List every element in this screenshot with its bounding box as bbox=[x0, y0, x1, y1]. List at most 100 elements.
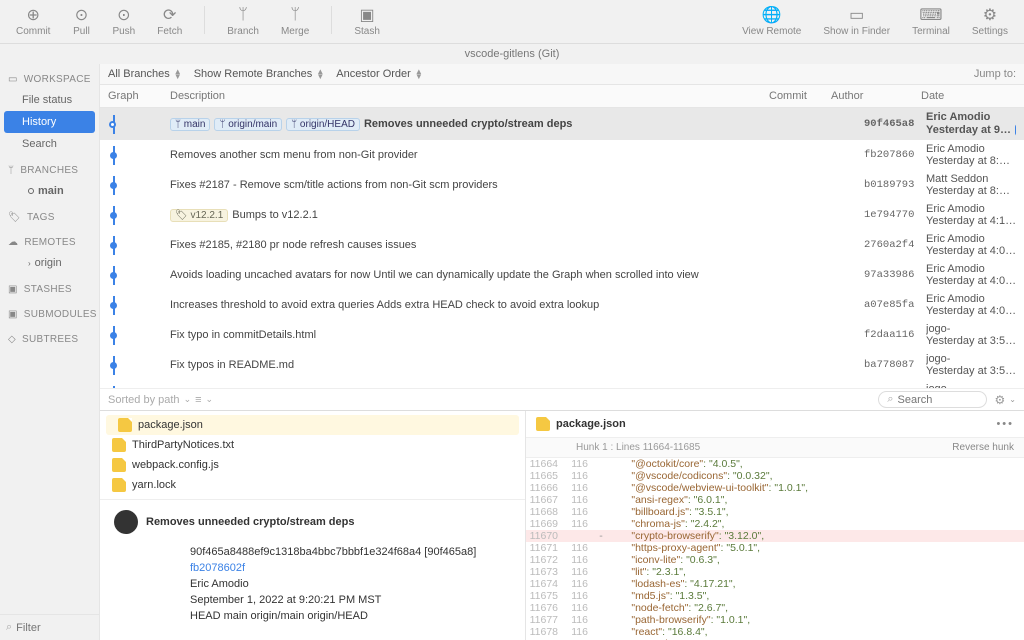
commit-title: Removes unneeded crypto/stream deps bbox=[146, 516, 354, 528]
diff-line[interactable]: 11665116 "@vscode/codicons": "0.0.32", bbox=[526, 470, 1024, 482]
sidebar-subtrees-header[interactable]: ◇SUBTREES bbox=[0, 324, 99, 349]
line-number-new: 116 bbox=[564, 482, 594, 494]
gear-icon[interactable]: ⚙ bbox=[995, 393, 1006, 407]
commit-row[interactable]: ᛘ main ᛘ origin/main ᛘ origin/HEADRemove… bbox=[100, 108, 1024, 140]
view-mode-button[interactable]: ≡ bbox=[195, 394, 201, 406]
branch-button[interactable]: ᛘBranch bbox=[223, 6, 263, 37]
sidebar-history[interactable]: History bbox=[4, 111, 95, 133]
commit-row[interactable]: Avoids loading uncached avatars for now … bbox=[100, 260, 1024, 290]
commit-button[interactable]: ⊕Commit bbox=[12, 6, 54, 37]
diff-line[interactable]: 11677116 "path-browserify": "1.0.1", bbox=[526, 614, 1024, 626]
commit-date: Yesterday at 4:0… bbox=[926, 245, 1016, 257]
stash-icon: ▣ bbox=[358, 6, 376, 24]
chevron-down-icon[interactable]: ⌄ bbox=[184, 394, 192, 405]
parent-link[interactable]: fb2078602f bbox=[190, 562, 245, 574]
header-graph[interactable]: Graph bbox=[108, 90, 170, 102]
jump-to[interactable]: Jump to: bbox=[974, 68, 1016, 80]
branch-tag[interactable]: ᛘ main bbox=[170, 118, 210, 131]
merge-button[interactable]: ᛘMerge bbox=[277, 6, 313, 37]
header-date[interactable]: Date bbox=[921, 90, 1016, 102]
diff-line[interactable]: 11671116 "https-proxy-agent": "5.0.1", bbox=[526, 542, 1024, 554]
diff-line[interactable]: 11675116 "md5.js": "1.3.5", bbox=[526, 590, 1024, 602]
workspace-icon: ▭ bbox=[8, 74, 18, 85]
sidebar-branch-main[interactable]: main bbox=[0, 180, 99, 202]
main-toolbar: ⊕Commit ⊙Pull ⊙Push ⟳Fetch ᛘBranch ᛘMerg… bbox=[0, 0, 1024, 44]
sidebar-file-status[interactable]: File status bbox=[0, 89, 99, 111]
line-number-old: 11665 bbox=[526, 470, 564, 482]
sidebar-branches-header[interactable]: ᛘBRANCHES bbox=[0, 155, 99, 180]
subtree-icon: ◇ bbox=[8, 334, 16, 345]
branch-tag[interactable]: ᛘ origin/HEAD bbox=[286, 118, 360, 131]
diff-line[interactable]: 11668116 "billboard.js": "3.5.1", bbox=[526, 506, 1024, 518]
fetch-button[interactable]: ⟳Fetch bbox=[153, 6, 186, 37]
header-commit[interactable]: Commit bbox=[769, 90, 831, 102]
show-in-finder-button[interactable]: ▭Show in Finder bbox=[819, 6, 894, 37]
diff-line[interactable]: 11672116 "iconv-lite": "0.6.3", bbox=[526, 554, 1024, 566]
stash-button[interactable]: ▣Stash bbox=[350, 6, 384, 37]
show-remote-dropdown[interactable]: Show Remote Branches▲▼ bbox=[194, 68, 325, 80]
filter-bar: All Branches▲▼ Show Remote Branches▲▼ An… bbox=[100, 64, 1024, 85]
search-input[interactable] bbox=[898, 394, 978, 406]
arrow-down-circle-icon: ⊙ bbox=[72, 6, 90, 24]
sidebar-search[interactable]: Search bbox=[0, 133, 99, 155]
version-tag[interactable]: 🏷 v12.2.1 bbox=[170, 209, 228, 222]
commit-row[interactable]: Fixes #2187 - Remove scm/title actions f… bbox=[100, 170, 1024, 200]
diff-code: "iconv-lite": "0.6.3", bbox=[608, 554, 720, 566]
diff-sign bbox=[594, 554, 608, 566]
branch-tag[interactable]: ᛘ origin/main bbox=[214, 118, 282, 131]
commit-row[interactable]: Removes another scm menu from non-Git pr… bbox=[100, 140, 1024, 170]
commit-row[interactable]: Fix typos in README.md ba778087 jogo- Ye… bbox=[100, 350, 1024, 380]
terminal-button[interactable]: ⌨Terminal bbox=[908, 6, 954, 37]
sidebar-filter[interactable]: ⌕ bbox=[0, 614, 99, 640]
file-item[interactable]: yarn.lock bbox=[100, 475, 525, 495]
search-box[interactable]: ⌕ bbox=[878, 391, 986, 408]
diff-line[interactable]: 11670- "crypto-browserify": "3.12.0", bbox=[526, 530, 1024, 542]
sidebar-stashes-header[interactable]: ▣STASHES bbox=[0, 274, 99, 299]
commit-row[interactable]: Increases threshold to avoid extra queri… bbox=[100, 290, 1024, 320]
commit-row[interactable]: 🏷 v12.2.1Bumps to v12.2.1 1e794770 Eric … bbox=[100, 200, 1024, 230]
sidebar-tags-header[interactable]: 🏷TAGS bbox=[0, 202, 99, 227]
file-item[interactable]: package.json bbox=[106, 415, 519, 435]
line-number-new: 116 bbox=[564, 578, 594, 590]
diff-line[interactable]: 11673116 "lit": "2.3.1", bbox=[526, 566, 1024, 578]
line-number-new: 116 bbox=[564, 554, 594, 566]
file-item[interactable]: webpack.config.js bbox=[100, 455, 525, 475]
push-button[interactable]: ⊙Push bbox=[108, 6, 139, 37]
more-button[interactable]: ••• bbox=[996, 418, 1014, 430]
file-item[interactable]: ThirdPartyNotices.txt bbox=[100, 435, 525, 455]
commit-detail-panel: package.jsonThirdPartyNotices.txtwebpack… bbox=[100, 411, 526, 640]
commit-row[interactable]: Fixes #2185, #2180 pr node refresh cause… bbox=[100, 230, 1024, 260]
commit-row[interactable]: Fix typo in commitDetails.html f2daa116 … bbox=[100, 320, 1024, 350]
sort-label[interactable]: Sorted by path bbox=[108, 394, 180, 406]
plus-badge[interactable]: + bbox=[1015, 124, 1016, 136]
header-description[interactable]: Description bbox=[170, 90, 769, 102]
diff-view[interactable]: 11664116 "@octokit/core": "4.0.5",116651… bbox=[526, 458, 1024, 640]
diff-line[interactable]: 11666116 "@vscode/webview-ui-toolkit": "… bbox=[526, 482, 1024, 494]
diff-line[interactable]: 11669116 "chroma-js": "2.4.2", bbox=[526, 518, 1024, 530]
commit-author: Eric Amodio Yesterday at 4:1… bbox=[926, 203, 1016, 227]
settings-button[interactable]: ⚙Settings bbox=[968, 6, 1012, 37]
graph-dot-icon bbox=[110, 152, 117, 159]
header-author[interactable]: Author bbox=[831, 90, 921, 102]
hunk-info: Hunk 1 : Lines 11664-11685 bbox=[576, 442, 700, 453]
view-remote-button[interactable]: 🌐View Remote bbox=[738, 6, 805, 37]
commit-date: Yesterday at 8:… bbox=[926, 185, 1016, 197]
sidebar-submodules-header[interactable]: ▣SUBMODULES bbox=[0, 299, 99, 324]
diff-sign bbox=[594, 590, 608, 602]
reverse-hunk-button[interactable]: Reverse hunk bbox=[952, 442, 1014, 453]
sidebar-remotes-header[interactable]: ☁REMOTES bbox=[0, 227, 99, 252]
diff-line[interactable]: 11676116 "node-fetch": "2.6.7", bbox=[526, 602, 1024, 614]
sidebar-remote-origin[interactable]: ›origin bbox=[0, 252, 99, 274]
diff-line[interactable]: 11667116 "ansi-regex": "6.0.1", bbox=[526, 494, 1024, 506]
diff-line[interactable]: 11674116 "lodash-es": "4.17.21", bbox=[526, 578, 1024, 590]
diff-line[interactable]: 11678116 "react": "16.8.4", bbox=[526, 626, 1024, 638]
all-branches-dropdown[interactable]: All Branches▲▼ bbox=[108, 68, 182, 80]
commit-row[interactable]: Fix typos in CHANGELOG.md b6278de0 jogo-… bbox=[100, 380, 1024, 388]
pull-button[interactable]: ⊙Pull bbox=[68, 6, 94, 37]
chevron-down-icon[interactable]: ⌄ bbox=[206, 394, 214, 405]
diff-line[interactable]: 11664116 "@octokit/core": "4.0.5", bbox=[526, 458, 1024, 470]
ancestor-order-dropdown[interactable]: Ancestor Order▲▼ bbox=[336, 68, 423, 80]
sort-arrows-icon: ▲▼ bbox=[415, 69, 423, 79]
file-icon bbox=[112, 458, 126, 472]
commit-date: Yesterday at 9…+ bbox=[926, 123, 1016, 137]
